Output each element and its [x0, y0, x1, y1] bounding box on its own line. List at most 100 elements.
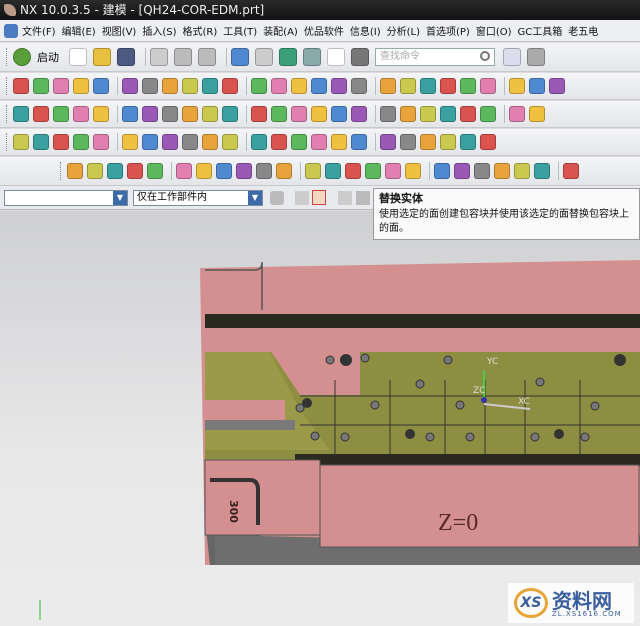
- copy-icon[interactable]: [174, 48, 192, 66]
- toolbar-command-icon[interactable]: [271, 106, 287, 122]
- toolbar-command-icon[interactable]: [311, 134, 327, 150]
- toolbar-command-icon[interactable]: [127, 163, 143, 179]
- toolbar-command-icon[interactable]: [13, 78, 29, 94]
- toolbar-command-icon[interactable]: [291, 78, 307, 94]
- redo-icon[interactable]: [255, 48, 273, 66]
- toolbar-command-icon[interactable]: [33, 106, 49, 122]
- toolbar-command-icon[interactable]: [53, 134, 69, 150]
- toolbar-command-icon[interactable]: [162, 106, 178, 122]
- menu-item[interactable]: 文件(F): [22, 23, 56, 38]
- menu-item[interactable]: 视图(V): [102, 23, 137, 38]
- info-icon[interactable]: [351, 48, 369, 66]
- toolbar-command-icon[interactable]: [514, 163, 530, 179]
- snap-icon[interactable]: [295, 191, 309, 205]
- toolbar-command-icon[interactable]: [529, 106, 545, 122]
- toolbar-command-icon[interactable]: [182, 106, 198, 122]
- toolbar-command-icon[interactable]: [122, 78, 138, 94]
- toolbar-command-icon[interactable]: [420, 106, 436, 122]
- toolbar-command-icon[interactable]: [202, 134, 218, 150]
- toolbar-command-icon[interactable]: [405, 163, 421, 179]
- toolbar-command-icon[interactable]: [380, 134, 396, 150]
- toolbar-command-icon[interactable]: [305, 163, 321, 179]
- toolbar-command-icon[interactable]: [93, 106, 109, 122]
- toolbar-grip[interactable]: [6, 48, 9, 66]
- toolbar-command-icon[interactable]: [67, 163, 83, 179]
- toolbar-command-icon[interactable]: [434, 163, 450, 179]
- toolbar-command-icon[interactable]: [509, 78, 525, 94]
- toolbar-command-icon[interactable]: [122, 106, 138, 122]
- toolbar-command-icon[interactable]: [494, 163, 510, 179]
- layout-icon[interactable]: [503, 48, 521, 66]
- toolbar-grip[interactable]: [6, 105, 9, 123]
- toolbar-command-icon[interactable]: [563, 163, 579, 179]
- menu-item[interactable]: 编辑(E): [62, 23, 96, 38]
- toolbar-command-icon[interactable]: [147, 163, 163, 179]
- save-icon[interactable]: [117, 48, 135, 66]
- toolbar-command-icon[interactable]: [549, 78, 565, 94]
- toolbar-command-icon[interactable]: [142, 134, 158, 150]
- menu-item[interactable]: 工具(T): [223, 23, 257, 38]
- toolbar-grip[interactable]: [60, 162, 63, 180]
- toolbar-command-icon[interactable]: [122, 134, 138, 150]
- toolbar-command-icon[interactable]: [33, 78, 49, 94]
- toolbar-command-icon[interactable]: [13, 106, 29, 122]
- menu-item[interactable]: 装配(A): [263, 23, 298, 38]
- toolbar-command-icon[interactable]: [142, 106, 158, 122]
- toolbar-command-icon[interactable]: [53, 78, 69, 94]
- toolbar-command-icon[interactable]: [93, 78, 109, 94]
- toolbar-command-icon[interactable]: [236, 163, 252, 179]
- toolbar-command-icon[interactable]: [73, 78, 89, 94]
- menu-item[interactable]: 分析(L): [387, 23, 420, 38]
- open-folder-icon[interactable]: [93, 48, 111, 66]
- app-menu-icon[interactable]: [4, 23, 18, 38]
- selection-scope-select[interactable]: 仅在工作部件内 ▼: [133, 190, 263, 206]
- toolbar-command-icon[interactable]: [534, 163, 550, 179]
- toolbar-command-icon[interactable]: [202, 106, 218, 122]
- toolbar-command-icon[interactable]: [509, 106, 525, 122]
- undo-icon[interactable]: [231, 48, 249, 66]
- toolbar-command-icon[interactable]: [311, 78, 327, 94]
- toolbar-command-icon[interactable]: [53, 106, 69, 122]
- toolbar-command-icon[interactable]: [311, 106, 327, 122]
- repeat-command-icon[interactable]: [303, 48, 321, 66]
- toolbar-command-icon[interactable]: [380, 106, 396, 122]
- toolbar-command-icon[interactable]: [196, 163, 212, 179]
- toolbar-command-icon[interactable]: [440, 78, 456, 94]
- render-icon[interactable]: [527, 48, 545, 66]
- menu-item[interactable]: 信息(I): [350, 23, 381, 38]
- toolbar-command-icon[interactable]: [93, 134, 109, 150]
- command-finder-icon[interactable]: [279, 48, 297, 66]
- menu-item[interactable]: 格式(R): [183, 23, 218, 38]
- toolbar-command-icon[interactable]: [400, 106, 416, 122]
- filter-icon[interactable]: [270, 191, 284, 205]
- menu-item[interactable]: 首选项(P): [426, 23, 470, 38]
- toolbar-command-icon[interactable]: [460, 78, 476, 94]
- toolbar-grip[interactable]: [6, 77, 9, 95]
- toolbar-command-icon[interactable]: [33, 134, 49, 150]
- toolbar-command-icon[interactable]: [73, 106, 89, 122]
- paste-icon[interactable]: [198, 48, 216, 66]
- toolbar-command-icon[interactable]: [351, 134, 367, 150]
- graphics-viewport[interactable]: YC ZC XC Z=0 300: [0, 211, 640, 626]
- toolbar-command-icon[interactable]: [87, 163, 103, 179]
- toolbar-command-icon[interactable]: [256, 163, 272, 179]
- toolbar-command-icon[interactable]: [13, 134, 29, 150]
- window-icon[interactable]: [327, 48, 345, 66]
- toolbar-command-icon[interactable]: [480, 78, 496, 94]
- select-body-icon[interactable]: [356, 191, 370, 205]
- toolbar-command-icon[interactable]: [345, 163, 361, 179]
- toolbar-command-icon[interactable]: [291, 134, 307, 150]
- toolbar-command-icon[interactable]: [331, 134, 347, 150]
- toolbar-command-icon[interactable]: [529, 78, 545, 94]
- toolbar-command-icon[interactable]: [276, 163, 292, 179]
- toolbar-command-icon[interactable]: [420, 134, 436, 150]
- menu-item[interactable]: 老五电: [568, 23, 598, 38]
- toolbar-command-icon[interactable]: [331, 106, 347, 122]
- toolbar-command-icon[interactable]: [251, 78, 267, 94]
- toolbar-command-icon[interactable]: [222, 106, 238, 122]
- toolbar-command-icon[interactable]: [107, 163, 123, 179]
- menu-item[interactable]: 插入(S): [142, 23, 176, 38]
- toolbar-command-icon[interactable]: [73, 134, 89, 150]
- toolbar-command-icon[interactable]: [176, 163, 192, 179]
- toolbar-command-icon[interactable]: [420, 78, 436, 94]
